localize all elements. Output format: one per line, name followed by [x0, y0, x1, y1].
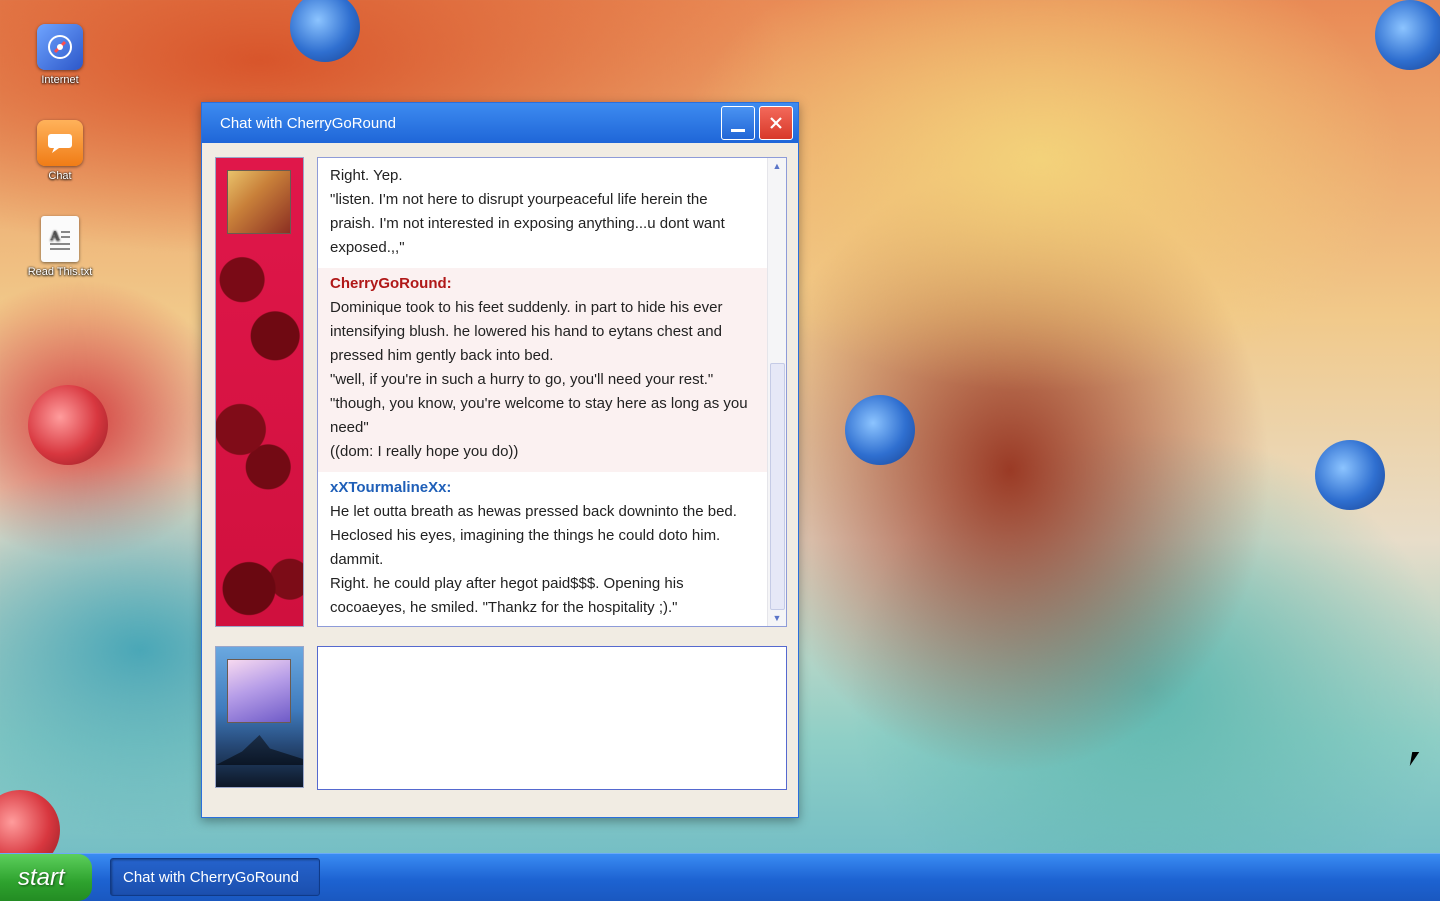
close-icon: [770, 117, 782, 129]
wallpaper-red-rose: [28, 385, 108, 465]
close-button[interactable]: [759, 106, 793, 140]
start-button[interactable]: start: [0, 854, 92, 901]
buddy-avatar: [227, 170, 291, 234]
globe-icon: [37, 24, 83, 70]
chat-window: Chat with CherryGoRound Right. Yep. "lis…: [201, 102, 799, 818]
chat-bubble-icon: [37, 120, 83, 166]
message-compose-input[interactable]: [317, 646, 787, 790]
wallpaper-blue-rose: [845, 395, 915, 465]
scrollbar-thumb[interactable]: [770, 363, 785, 610]
message-sender: CherryGoRound:: [330, 275, 452, 292]
message-line: "listen. I'm not here to disrupt yourpea…: [330, 191, 729, 256]
chat-log-scrollbar[interactable]: ▲ ▼: [767, 158, 786, 626]
desktop-icon-read-this[interactable]: A Read This.txt: [26, 216, 94, 278]
message-line: "well, if you're in such a hurry to go, …: [330, 371, 714, 388]
svg-text:A: A: [50, 229, 61, 244]
chat-message: CherryGoRound: Dominique took to his fee…: [318, 268, 768, 472]
desktop-icon-internet[interactable]: Internet: [26, 24, 94, 86]
buddy-avatar-panel: [215, 157, 304, 627]
text-file-icon: A: [41, 216, 79, 262]
desktop-icon-chat[interactable]: Chat: [26, 120, 94, 182]
user-avatar: [227, 659, 291, 723]
taskbar: start Chat with CherryGoRound: [0, 853, 1440, 901]
message-line: He let outta breath as hewas pressed bac…: [330, 503, 742, 568]
window-title: Chat with CherryGoRound: [220, 114, 396, 132]
scroll-down-arrow-icon[interactable]: ▼: [768, 610, 786, 626]
minimize-button[interactable]: [721, 106, 755, 140]
message-sender: xXTourmalineXx:: [330, 479, 452, 496]
wallpaper-blue-rose: [1375, 0, 1440, 70]
scroll-up-arrow-icon[interactable]: ▲: [768, 158, 786, 174]
user-avatar-panel: [215, 646, 304, 788]
window-titlebar[interactable]: Chat with CherryGoRound: [202, 103, 798, 143]
message-line: Right. Yep.: [330, 167, 403, 184]
desktop-icon-label: Internet: [41, 74, 79, 86]
message-line: ((dom: I really hope you do)): [330, 443, 519, 460]
mountain-scenery: [216, 735, 303, 765]
chat-log[interactable]: Right. Yep. "listen. I'm not here to dis…: [317, 157, 787, 627]
mouse-pointer-icon: [1409, 752, 1420, 766]
desktop-icon-label: Chat: [48, 170, 72, 182]
wallpaper-blue-rose: [1315, 440, 1385, 510]
wallpaper-blue-rose: [290, 0, 360, 62]
message-line: Dominique took to his feet suddenly. in …: [330, 299, 727, 364]
message-line: Right. he could play after hegot paid$$$…: [330, 575, 688, 616]
desktop-icon-label: Read This.txt: [27, 266, 93, 278]
message-line: "though, you know, you're welcome to sta…: [330, 395, 752, 436]
taskbar-window-button[interactable]: Chat with CherryGoRound: [110, 858, 320, 896]
chat-message: Right. Yep. "listen. I'm not here to dis…: [318, 158, 768, 268]
chat-message: xXTourmalineXx: He let outta breath as h…: [318, 472, 768, 626]
